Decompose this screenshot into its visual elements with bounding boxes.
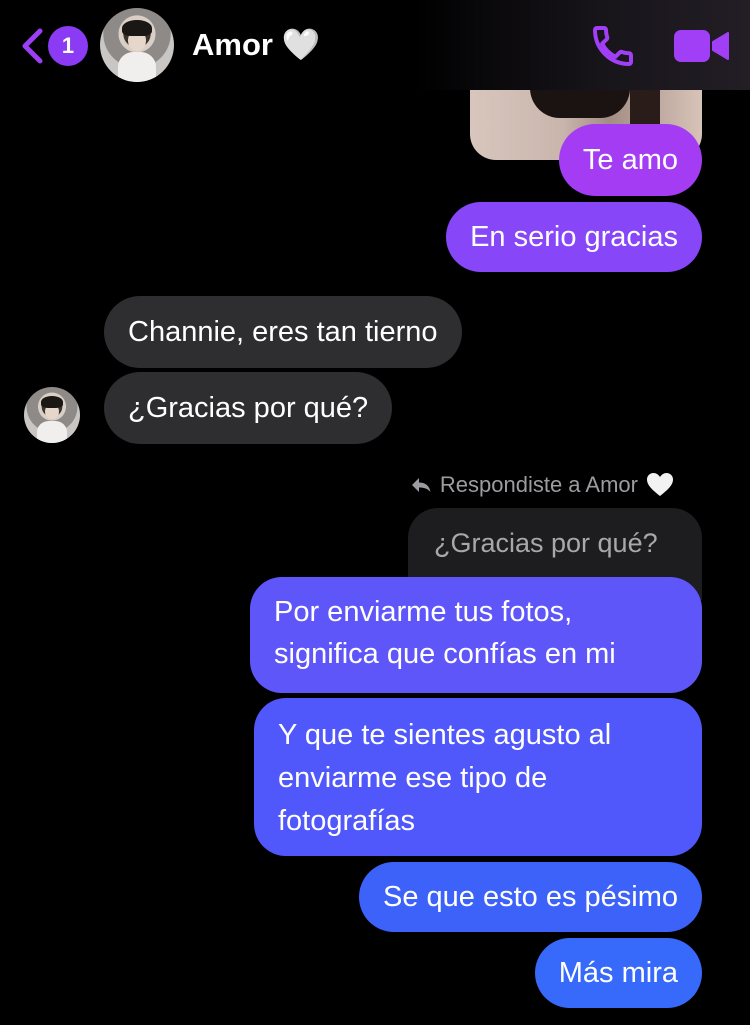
message-bubble-outgoing[interactable]: En serio gracias [446, 202, 702, 272]
contact-avatar[interactable] [100, 8, 174, 82]
call-button[interactable] [588, 22, 638, 70]
chat-header: 1 Amor 🤍 [0, 0, 750, 90]
reply-indicator: Respondiste a Amor [410, 470, 674, 500]
unread-badge: 1 [48, 26, 88, 66]
video-call-button[interactable] [672, 26, 730, 66]
contact-name[interactable]: Amor 🤍 [192, 24, 320, 66]
back-button[interactable]: 1 [14, 22, 88, 66]
message-bubble-incoming[interactable]: Channie, eres tan tierno [104, 296, 462, 368]
message-bubble-outgoing[interactable]: Te amo [558, 124, 702, 196]
phone-icon [593, 26, 633, 66]
video-camera-icon [674, 30, 729, 62]
reply-arrow-icon [411, 478, 431, 492]
reply-label-text: Respondiste a Amor [439, 472, 638, 497]
message-bubble-outgoing[interactable]: Más mira [534, 938, 702, 1008]
white-heart-icon [647, 473, 673, 496]
back-chevron-icon [22, 28, 43, 64]
sender-avatar[interactable] [24, 387, 80, 443]
message-bubble-outgoing[interactable]: Y que te sientes agusto al enviarme ese … [254, 698, 702, 856]
message-bubble-outgoing[interactable]: Por enviarme tus fotos, significa que co… [250, 577, 702, 693]
message-bubble-incoming[interactable]: ¿Gracias por qué? [104, 372, 393, 444]
message-bubble-outgoing[interactable]: Se que esto es pésimo [358, 862, 702, 932]
